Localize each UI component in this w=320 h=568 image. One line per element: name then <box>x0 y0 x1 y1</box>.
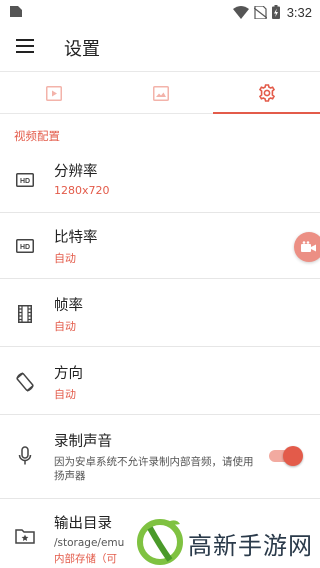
resolution-value: 1280x720 <box>54 184 110 197</box>
watermark: 高新手游网 <box>132 512 320 568</box>
status-bar: 3:32 <box>0 0 320 24</box>
bitrate-title: 比特率 <box>54 230 98 246</box>
output-directory-title: 输出目录 <box>54 516 112 532</box>
sim-icon <box>10 6 22 17</box>
no-sim-icon <box>253 5 267 19</box>
camera-record-icon <box>301 241 316 252</box>
video-icon <box>45 85 62 101</box>
hd-icon: HD <box>14 235 36 257</box>
tab-image[interactable] <box>107 72 214 114</box>
setting-orientation[interactable]: 方向 自动 <box>0 349 320 415</box>
gear-icon <box>258 84 275 102</box>
hd-icon: HD <box>14 169 36 191</box>
record-audio-description: 因为安卓系统不允许录制内部音频，请使用扬声器 <box>54 456 254 482</box>
tab-video[interactable] <box>0 72 107 114</box>
hamburger-menu-icon[interactable] <box>16 39 34 53</box>
active-tab-indicator <box>213 112 320 114</box>
setting-framerate[interactable]: 帧率 自动 <box>0 281 320 347</box>
section-header-video-config: 视频配置 <box>14 129 60 143</box>
folder-star-icon <box>14 525 36 547</box>
watermark-logo-icon <box>137 519 183 565</box>
app-bar: 设置 <box>0 24 320 70</box>
wifi-icon <box>232 5 249 19</box>
output-directory-path: /storage/emu <box>54 537 124 549</box>
film-icon <box>14 303 36 325</box>
orientation-value: 自动 <box>54 388 76 401</box>
microphone-icon <box>14 445 36 467</box>
framerate-title: 帧率 <box>54 298 83 314</box>
setting-record-audio[interactable]: 录制声音 因为安卓系统不允许录制内部音频，请使用扬声器 <box>0 415 320 499</box>
bitrate-value: 自动 <box>54 252 76 265</box>
svg-text:HD: HD <box>20 178 30 185</box>
toggle-thumb <box>283 446 303 466</box>
tab-settings[interactable] <box>213 72 320 114</box>
svg-text:HD: HD <box>20 244 30 251</box>
setting-bitrate[interactable]: HD 比特率 自动 <box>0 213 320 279</box>
image-icon <box>152 85 169 101</box>
orientation-title: 方向 <box>54 366 83 382</box>
page-title: 设置 <box>64 39 100 60</box>
watermark-text: 高新手游网 <box>188 532 313 560</box>
record-audio-title: 录制声音 <box>54 434 112 450</box>
setting-resolution[interactable]: HD 分辨率 1280x720 <box>0 147 320 213</box>
resolution-title: 分辨率 <box>54 164 98 180</box>
battery-charging-icon <box>271 5 280 19</box>
output-directory-storage: 内部存储（可 <box>54 553 117 565</box>
tab-bar <box>0 71 320 114</box>
floating-record-button[interactable] <box>294 232 320 262</box>
status-time: 3:32 <box>286 4 312 20</box>
rotate-screen-icon <box>14 371 36 393</box>
record-audio-toggle[interactable] <box>267 446 303 466</box>
framerate-value: 自动 <box>54 320 76 333</box>
